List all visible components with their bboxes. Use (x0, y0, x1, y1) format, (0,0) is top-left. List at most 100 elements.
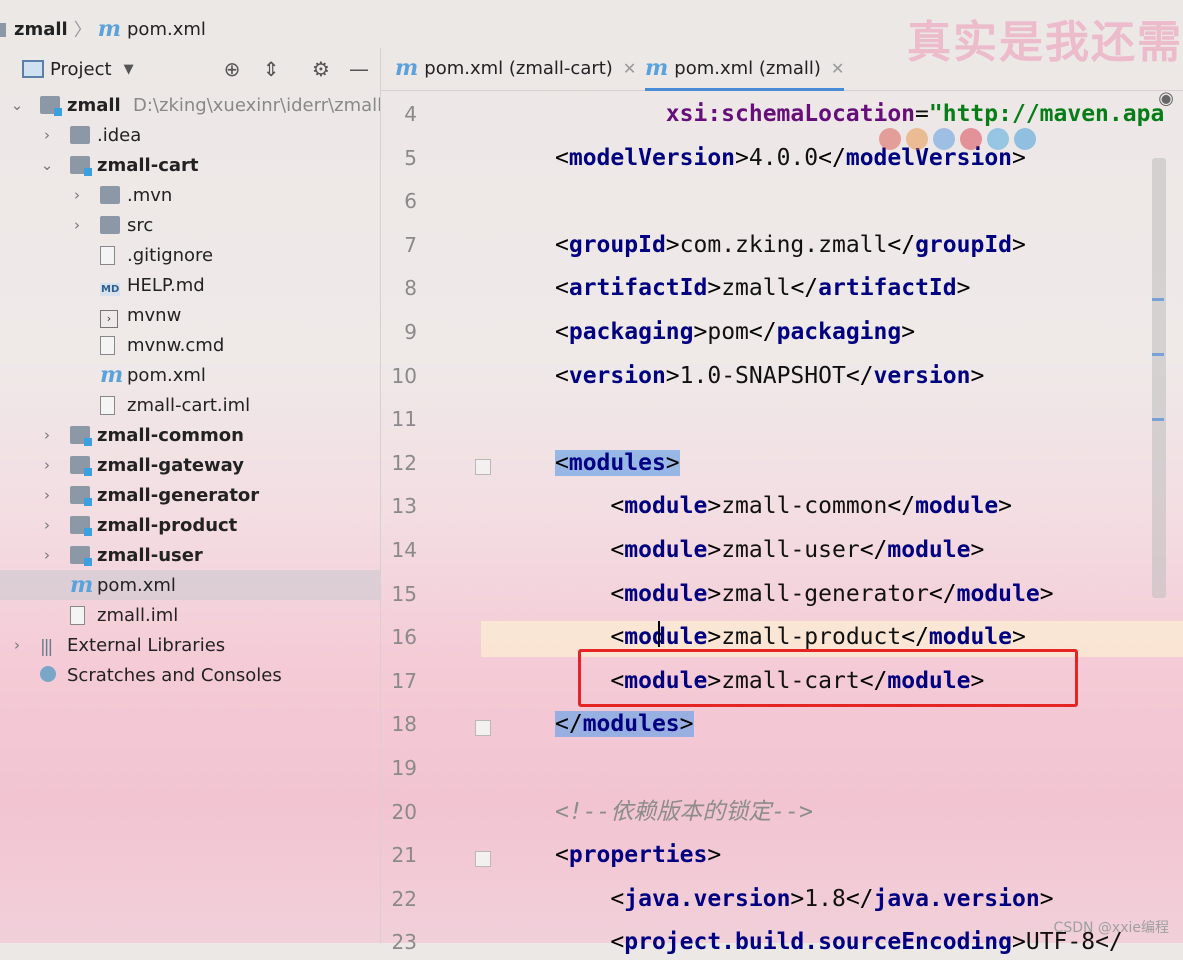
tree-item[interactable]: mvnw.cmd (0, 330, 380, 360)
opera-icon[interactable] (960, 128, 982, 150)
line-number: 8 (404, 276, 417, 301)
tree-item-label: zmall-common (97, 424, 244, 446)
tree-item[interactable]: › src (0, 210, 380, 240)
breadcrumb-project[interactable]: zmall (14, 19, 68, 40)
close-icon[interactable]: ✕ (831, 59, 844, 78)
tree-item[interactable]: › zmall-common (0, 420, 380, 450)
fold-marker-icon[interactable] (475, 458, 491, 475)
locate-file-icon[interactable]: ⊕ (219, 56, 245, 82)
text-file-icon (100, 336, 120, 355)
editor-tab-bar: m pom.xml (zmall-cart) ✕ m pom.xml (zmal… (381, 48, 1183, 91)
module-folder-icon (70, 156, 92, 176)
chevron-right-icon[interactable]: › (40, 516, 54, 534)
edge-icon[interactable] (1014, 128, 1036, 150)
tree-item[interactable]: MD HELP.md (0, 270, 380, 300)
gitignore-file-icon (100, 246, 120, 265)
tree-item[interactable]: › ||| External Libraries (0, 630, 380, 660)
folder-icon (100, 186, 120, 204)
breadcrumb: zmall 〉 m pom.xml 真实是我还需 (0, 10, 1183, 68)
line-number: 4 (404, 102, 417, 126)
hide-panel-icon[interactable]: — (346, 56, 372, 82)
chevron-right-icon[interactable]: › (40, 426, 54, 444)
chevron-right-icon[interactable]: › (40, 126, 54, 144)
code-line: <groupId>com.zking.zmall</groupId> (555, 231, 1026, 258)
tab-pom-zmall[interactable]: m pom.xml (zmall) ✕ (645, 48, 845, 91)
close-icon[interactable]: ✕ (623, 59, 636, 78)
line-number: 5 (404, 145, 417, 170)
tree-item[interactable]: Scratches and Consoles (0, 660, 380, 690)
module-folder-icon (70, 516, 92, 536)
folder-icon (70, 126, 90, 144)
tree-item-label: zmall-gateway (97, 454, 244, 476)
tree-item-label: zmall (67, 94, 121, 116)
collapse-all-icon[interactable]: ⇕ (258, 56, 284, 82)
tree-item[interactable]: .gitignore (0, 240, 380, 270)
maven-file-icon: m (645, 55, 669, 81)
line-number: 7 (404, 232, 417, 257)
editor-area: m pom.xml (zmall-cart) ✕ m pom.xml (zmal… (380, 48, 1183, 955)
maven-file-icon: m (100, 362, 124, 388)
safari-icon[interactable] (933, 128, 955, 150)
line-number: 19 (391, 756, 417, 780)
breadcrumb-separator-icon: 〉 (73, 20, 92, 41)
tree-item-label: External Libraries (67, 634, 226, 656)
tree-item[interactable]: › .mvn (0, 180, 380, 210)
editor-scrollbar[interactable] (1152, 158, 1166, 598)
gear-icon[interactable]: ⚙ (308, 56, 334, 82)
module-folder-icon (0, 23, 6, 37)
tree-item-label: zmall.iml (97, 604, 179, 626)
tree-item[interactable]: ⌄ zmall D:\zking\xuexinr\iderr\zmall (0, 90, 382, 120)
tree-item-label: mvnw.cmd (127, 334, 225, 356)
code-line: <module>zmall-common</module> (610, 493, 1013, 520)
chevron-right-icon[interactable]: › (40, 456, 54, 474)
ie-icon[interactable] (987, 128, 1009, 150)
code-line: <artifactId>zmall</artifactId> (555, 275, 971, 302)
line-number: 11 (391, 407, 417, 432)
line-number: 9 (404, 320, 417, 344)
tree-item-label: zmall-cart (97, 154, 199, 176)
chevron-right-icon[interactable]: › (40, 546, 54, 564)
module-folder-icon (40, 96, 62, 116)
highlight-annotation-box (578, 649, 1078, 707)
chevron-down-icon: ▼ (123, 61, 134, 77)
chevron-right-icon[interactable]: › (40, 486, 54, 504)
chevron-down-icon[interactable]: ⌄ (10, 96, 24, 114)
chevron-right-icon[interactable]: › (70, 186, 84, 204)
chrome-icon[interactable] (879, 128, 901, 150)
project-view-selector[interactable]: Project ▼ (22, 59, 134, 80)
tree-item[interactable]: › .idea (0, 120, 380, 150)
tree-item[interactable]: zmall-cart.iml (0, 390, 380, 420)
tree-item[interactable]: m pom.xml (0, 360, 380, 390)
breadcrumb-file[interactable]: pom.xml (127, 19, 206, 40)
tree-item[interactable]: › zmall-user (0, 540, 380, 570)
module-folder-icon (70, 456, 92, 476)
tree-item[interactable]: › zmall-generator (0, 480, 380, 510)
tree-item-label: zmall-generator (97, 484, 260, 506)
chevron-down-icon[interactable]: ⌄ (40, 156, 54, 174)
maven-file-icon: m (395, 55, 419, 81)
chevron-right-icon[interactable]: › (10, 636, 24, 654)
tree-item-label: zmall-cart.iml (127, 394, 251, 416)
project-toolbar: Project ▼ ⊕ ⇕ ⚙ — (0, 48, 380, 90)
code-line: <version>1.0-SNAPSHOT</version> (555, 362, 985, 389)
chevron-right-icon[interactable]: › (70, 216, 84, 234)
code-line: <packaging>pom</packaging> (555, 319, 916, 345)
fold-marker-icon[interactable] (475, 720, 491, 737)
tree-item-label: mvnw (127, 304, 182, 326)
tree-item[interactable]: zmall.iml (0, 600, 380, 630)
fold-marker-icon[interactable] (475, 851, 491, 868)
tree-item[interactable]: m pom.xml (0, 570, 380, 600)
tree-item[interactable]: › zmall-product (0, 510, 380, 540)
tab-pom-zmall-cart[interactable]: m pom.xml (zmall-cart) ✕ (395, 48, 636, 88)
tree-item-label: zmall-user (97, 544, 203, 566)
firefox-icon[interactable] (906, 128, 928, 150)
reader-mode-eye-icon[interactable]: ◉ (1158, 88, 1174, 109)
project-window-icon (22, 60, 44, 78)
tree-item[interactable]: › zmall-gateway (0, 450, 380, 480)
tree-item[interactable]: ⌄ zmall-cart (0, 150, 380, 180)
code-area[interactable]: xsi:schemaLocation="http://maven.apa <mod… (381, 90, 1183, 955)
tree-item[interactable]: › mvnw (0, 300, 380, 330)
tree-item-label: zmall-product (97, 514, 238, 536)
line-number: 10 (391, 363, 417, 388)
folder-icon (100, 216, 120, 234)
